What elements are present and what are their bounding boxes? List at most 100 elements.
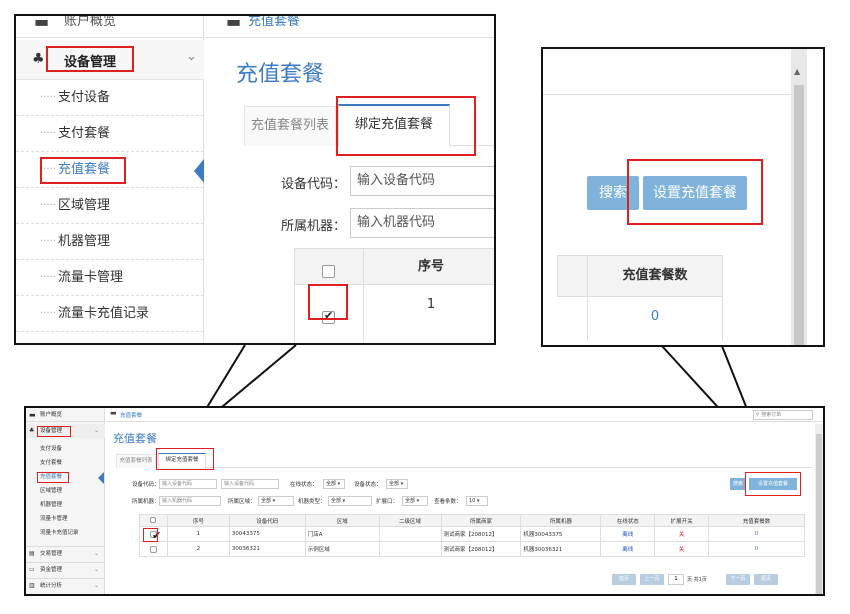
main-sidebar-item-label: 区域管理 bbox=[40, 488, 63, 494]
row-machine: 机器30043375 bbox=[520, 526, 602, 542]
zoom-select-all-checkbox[interactable] bbox=[322, 261, 335, 280]
pagination-page-input[interactable]: 1 bbox=[668, 574, 684, 585]
zoom-sidebar-item-label: 机器管理 bbox=[58, 234, 111, 249]
main-group-fund-label: 资金管理 bbox=[40, 567, 63, 573]
zoom-sidebar-item[interactable]: ····· 机器管理 bbox=[16, 224, 204, 260]
main-search-input[interactable]: ⚲ 搜索订单 bbox=[753, 410, 813, 420]
zoom-breadcrumb: ▬ 充值套餐 bbox=[206, 16, 494, 38]
main-select-all[interactable] bbox=[139, 514, 168, 527]
main-port-value: 全部 bbox=[405, 498, 416, 504]
zoom-sidebar-item[interactable]: ····· 流量卡管理 bbox=[16, 260, 204, 296]
highlight-box-group bbox=[46, 46, 134, 72]
main-header: ▬ 充值套餐 ⚲ 搜索订单 bbox=[106, 408, 823, 422]
main-machine-input[interactable]: 输入机器代码 bbox=[159, 496, 221, 506]
main-scrollbar-thumb[interactable] bbox=[816, 434, 822, 594]
monitor-icon: ▬ bbox=[29, 411, 36, 419]
row-subregion bbox=[378, 541, 442, 557]
row-seq: 1 bbox=[166, 526, 230, 542]
main-online-select[interactable]: 全部 ▾ bbox=[323, 479, 345, 489]
right-zoom-callout: ▲ 搜索 设置充值套餐 充值套餐数 0 bbox=[541, 47, 825, 347]
row-merchant: 测试商家【208012】 bbox=[440, 541, 522, 557]
highlight-box-active-item bbox=[40, 157, 126, 184]
zoom-top-bar bbox=[543, 49, 791, 95]
left-zoom-callout: ▬ 账户概览 ♣ 设备管理 ⌄ ····· 支付设备 ····· 支付套餐 ····… bbox=[14, 14, 496, 345]
main-scrollbar[interactable] bbox=[815, 424, 823, 594]
main-highlight-set-button bbox=[745, 472, 801, 496]
scroll-up-icon[interactable]: ▲ bbox=[794, 67, 800, 76]
row-switch[interactable]: 关 bbox=[654, 526, 710, 542]
main-group-stats[interactable]: ▥ 统计分析 ⌄ bbox=[26, 578, 105, 592]
highlight-box-checkbox bbox=[308, 284, 348, 320]
table-row[interactable]: 2 30036321 示例区域 测试商家【208012】 机器30036321 … bbox=[139, 541, 805, 557]
sitemap-icon: ♣ bbox=[32, 51, 45, 67]
main-device-status-label: 设备状态： bbox=[354, 482, 382, 488]
main-sidebar-item[interactable]: 流量卡充值记录 bbox=[26, 526, 105, 540]
zoom-sidebar-item[interactable]: ····· 支付套餐 bbox=[16, 116, 204, 152]
main-sidebar: ▬ 账户概览 ♣ 设备管理 ⌄ 支付设备 支付套餐 充值套餐 区域管理 机器管理 流量… bbox=[26, 408, 105, 594]
main-device-code-label: 设备代码： bbox=[132, 482, 160, 488]
zoom-machine-label: 所属机器： bbox=[281, 219, 347, 234]
main-device-code-input-2[interactable]: 输入设备代码 bbox=[221, 479, 279, 489]
zoom-sidebar-item-label: 区域管理 bbox=[58, 198, 111, 213]
main-tab-list[interactable]: 充值套餐列表 bbox=[116, 454, 156, 468]
main-sidebar-item-label: 机器管理 bbox=[40, 502, 63, 508]
zoom-sidebar-item[interactable]: ····· 区域管理 bbox=[16, 188, 204, 224]
col-header: 设备代码 bbox=[228, 514, 306, 527]
main-machine-label: 所属机器： bbox=[132, 499, 160, 505]
main-account-item[interactable]: ▬ 账户概览 bbox=[26, 408, 105, 422]
scrollbar-track[interactable]: ▲ bbox=[791, 49, 807, 345]
zoom-device-code-input[interactable]: 输入设备代码 bbox=[350, 166, 494, 196]
main-table-header: 序号 设备代码 区域 二级区域 所属商家 所属机器 在线状态 扩展开关 充值套餐… bbox=[139, 514, 805, 527]
col-header: 所属机器 bbox=[520, 514, 602, 527]
row-count[interactable]: 0 bbox=[708, 541, 805, 557]
trade-icon: ▤ bbox=[29, 550, 35, 557]
zoom-sidebar-item-label: 流量卡管理 bbox=[58, 270, 124, 285]
main-sidebar-item[interactable]: 机器管理 bbox=[26, 498, 105, 512]
main-count-label: 查看条数： bbox=[434, 499, 462, 505]
main-group-trade[interactable]: ▤ 交易管理 ⌄ bbox=[26, 546, 105, 560]
zoom-account-item[interactable]: ▬ 账户概览 bbox=[16, 16, 204, 38]
main-region-value: 全部 bbox=[261, 498, 272, 504]
main-count-select[interactable]: 10 ▾ bbox=[466, 496, 488, 506]
main-device-code-input[interactable]: 输入设备代码 bbox=[159, 479, 217, 489]
main-account-label: 账户概览 bbox=[40, 412, 63, 418]
main-sidebar-item[interactable]: 区域管理 bbox=[26, 484, 105, 498]
main-sidebar-item[interactable]: 支付套餐 bbox=[26, 456, 105, 470]
row-checkbox[interactable] bbox=[139, 541, 168, 557]
row-switch[interactable]: 关 bbox=[654, 541, 710, 557]
row-count[interactable]: 0 bbox=[708, 526, 805, 542]
main-sidebar-item-label: 流量卡充值记录 bbox=[40, 530, 79, 536]
main-machine-type-select[interactable]: 全部 ▾ bbox=[328, 496, 372, 506]
zoom-tab-list[interactable]: 充值套餐列表 bbox=[244, 106, 336, 146]
chevron-down-icon: ⌄ bbox=[94, 566, 100, 573]
zoom-row-seq: 1 bbox=[426, 297, 436, 312]
row-region: 门店A bbox=[304, 526, 380, 542]
main-count-value: 10 bbox=[469, 498, 476, 504]
zoom-sidebar-item[interactable]: ····· 流量卡充值记录 bbox=[16, 296, 204, 332]
main-port-select[interactable]: 全部 ▾ bbox=[402, 496, 428, 506]
scrollbar-thumb[interactable] bbox=[794, 85, 804, 345]
zoom-machine-input[interactable]: 输入机器代码 bbox=[350, 208, 494, 238]
pagination-last[interactable]: 尾页 bbox=[754, 574, 778, 585]
main-region-label: 所属区域： bbox=[228, 499, 256, 505]
main-device-status-select[interactable]: 全部 ▾ bbox=[386, 479, 408, 489]
pagination-prev[interactable]: 上一页 bbox=[640, 574, 664, 585]
row-online-status: 离线 bbox=[600, 526, 656, 542]
main-region-select[interactable]: 全部 ▾ bbox=[258, 496, 294, 506]
main-group-fund[interactable]: ▭ 资金管理 ⌄ bbox=[26, 562, 105, 576]
main-sidebar-item[interactable]: 支付设备 bbox=[26, 442, 105, 456]
pagination-next[interactable]: 下一页 bbox=[726, 574, 750, 585]
col-header: 充值套餐数 bbox=[708, 514, 805, 527]
pagination-first[interactable]: 首页 bbox=[612, 574, 636, 585]
zoom-sidebar-item-label: 支付设备 bbox=[58, 90, 111, 105]
row-region: 示例区域 bbox=[304, 541, 380, 557]
main-sidebar-item[interactable]: 流量卡管理 bbox=[26, 512, 105, 526]
chevron-down-icon: ⌄ bbox=[94, 427, 100, 434]
zoom-count-value[interactable]: 0 bbox=[587, 297, 723, 341]
row-online-status: 离线 bbox=[600, 541, 656, 557]
zoom-sidebar-item[interactable]: ····· 支付设备 bbox=[16, 80, 204, 116]
table-row[interactable]: 1 30043375 门店A 测试商家【208012】 机器30043375 离… bbox=[139, 526, 805, 542]
main-sidebar-item-label: 流量卡管理 bbox=[40, 516, 68, 522]
main-search-button[interactable]: 搜索 bbox=[730, 478, 746, 490]
col-header: 所属商家 bbox=[440, 514, 522, 527]
